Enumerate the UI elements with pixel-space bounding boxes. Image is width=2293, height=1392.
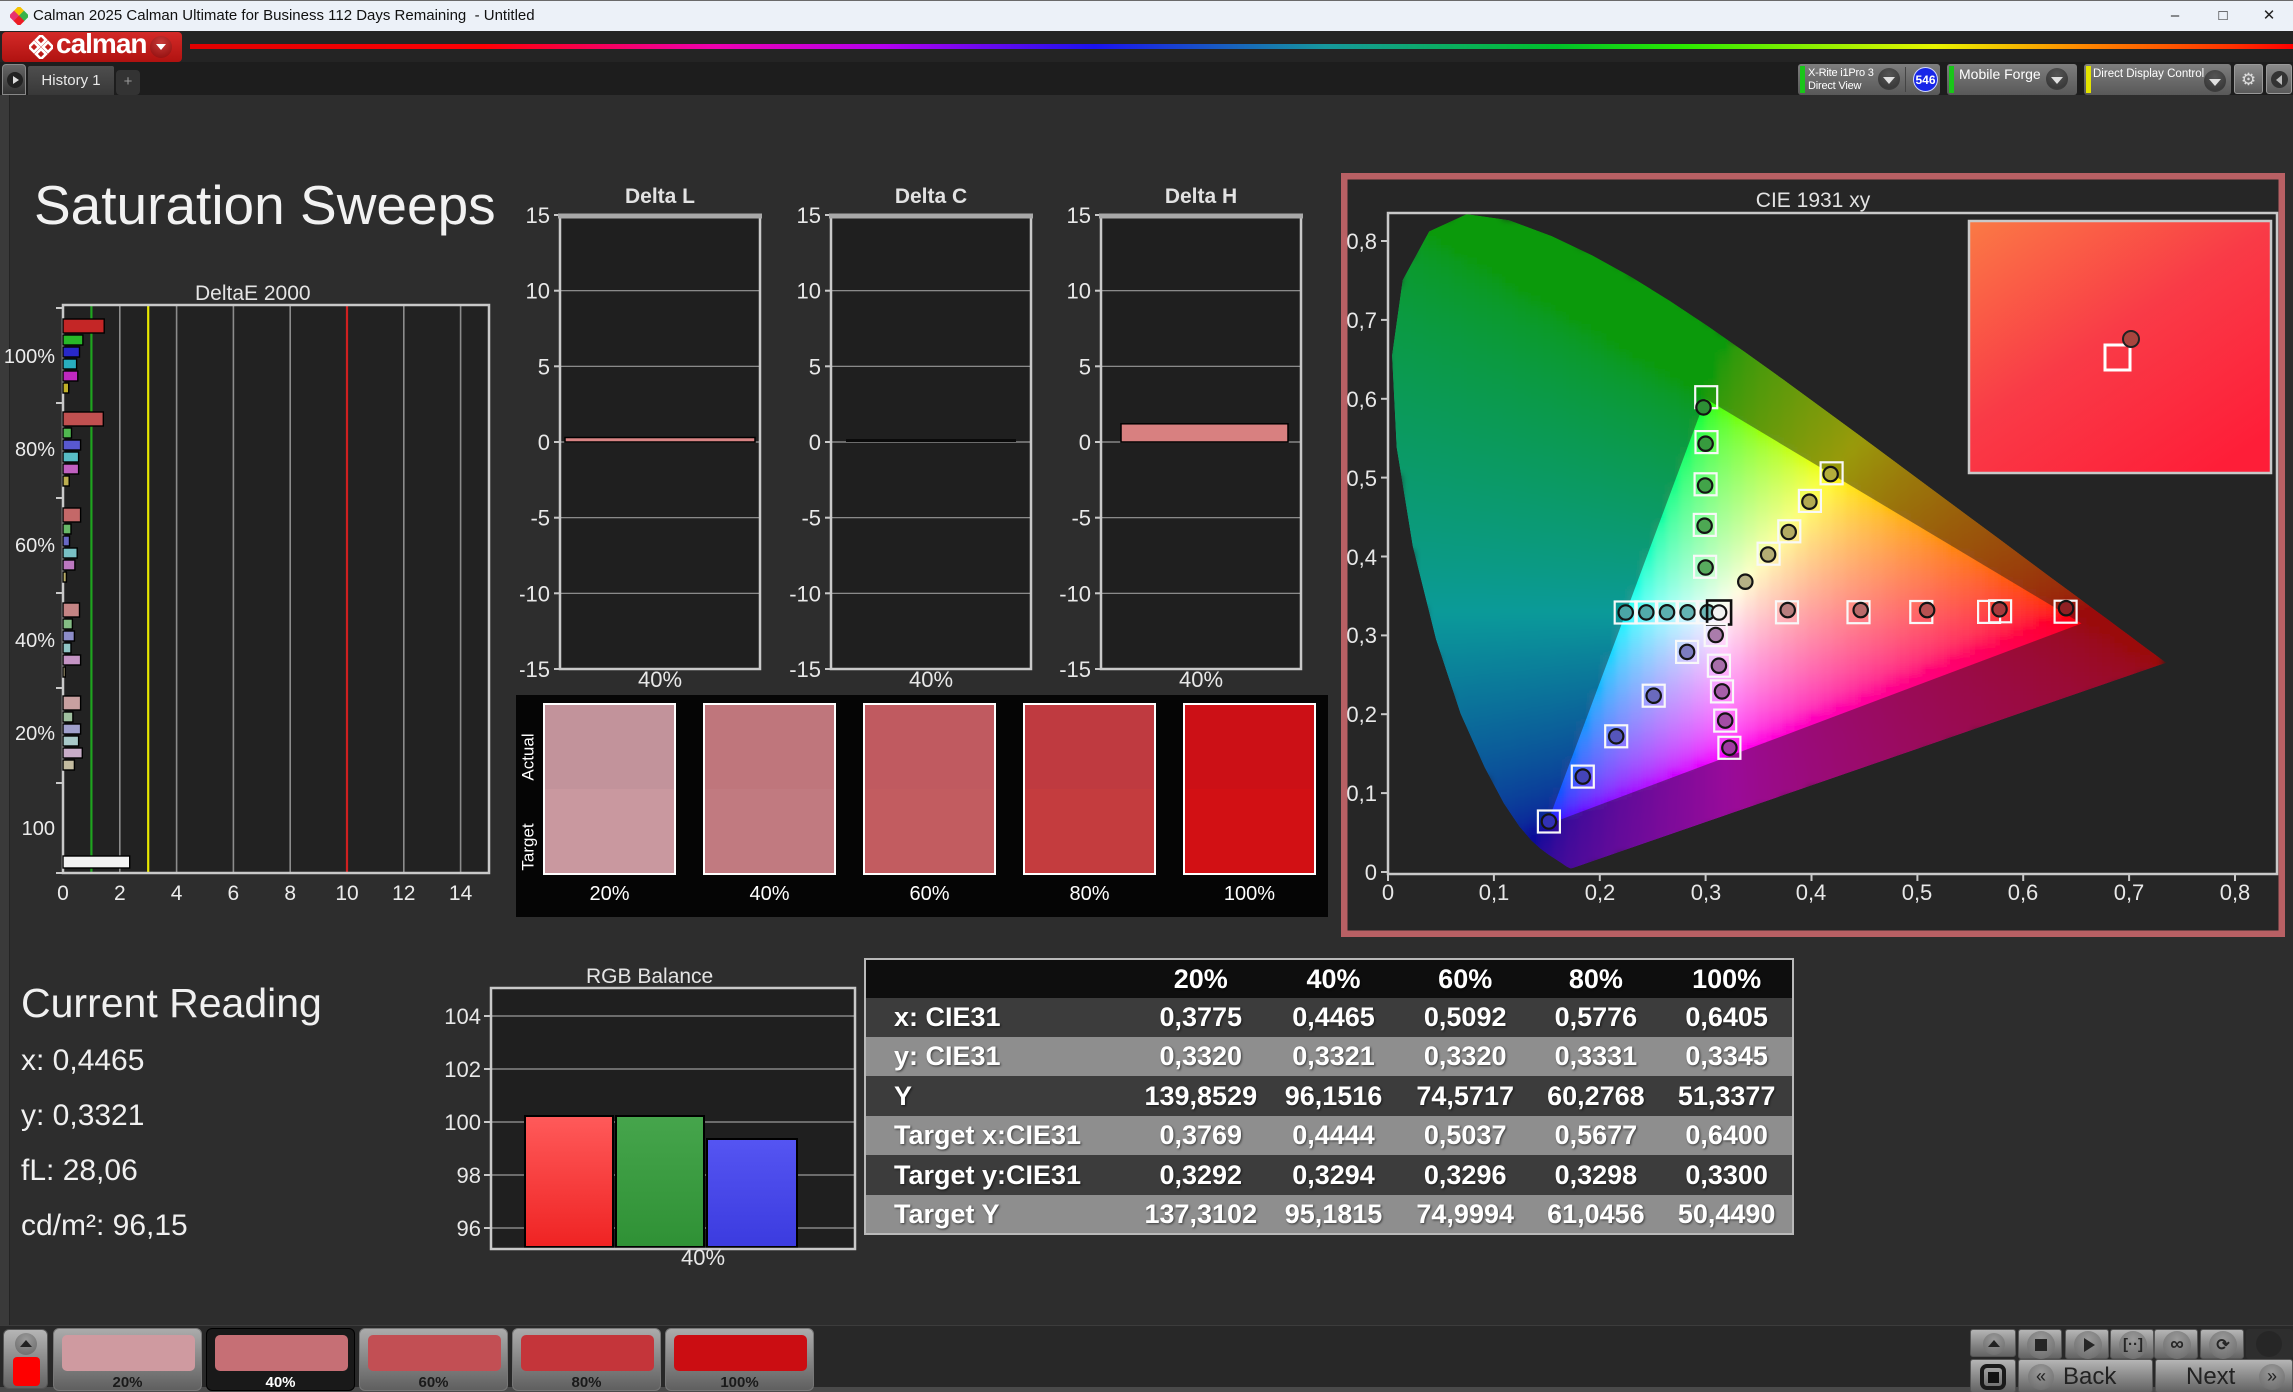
svg-text:60%: 60% bbox=[15, 535, 55, 557]
svg-text:10: 10 bbox=[797, 279, 821, 304]
svg-text:40%: 40% bbox=[1179, 667, 1223, 692]
svg-text:100: 100 bbox=[22, 818, 55, 840]
svg-text:0,8: 0,8 bbox=[2220, 880, 2251, 905]
svg-text:80%: 80% bbox=[15, 439, 55, 461]
svg-text:-5: -5 bbox=[1071, 506, 1091, 531]
svg-text:-10: -10 bbox=[789, 581, 821, 606]
svg-text:14: 14 bbox=[449, 882, 473, 905]
svg-text:15: 15 bbox=[526, 203, 550, 228]
svg-text:100: 100 bbox=[444, 1110, 481, 1135]
svg-text:Delta C: Delta C bbox=[895, 185, 967, 208]
svg-text:20%: 20% bbox=[15, 723, 55, 745]
svg-text:CIE 1931 xy: CIE 1931 xy bbox=[1756, 189, 1871, 212]
svg-text:5: 5 bbox=[809, 354, 821, 379]
svg-text:-5: -5 bbox=[801, 506, 821, 531]
svg-text:0,3: 0,3 bbox=[1691, 880, 1722, 905]
svg-text:2: 2 bbox=[114, 882, 126, 905]
svg-text:40%: 40% bbox=[909, 667, 953, 692]
svg-text:10: 10 bbox=[335, 882, 358, 905]
svg-text:Delta H: Delta H bbox=[1165, 185, 1237, 208]
svg-text:12: 12 bbox=[392, 882, 415, 905]
svg-text:0,2: 0,2 bbox=[1346, 702, 1377, 727]
svg-text:10: 10 bbox=[1067, 279, 1091, 304]
svg-text:-15: -15 bbox=[789, 657, 821, 682]
svg-text:0,7: 0,7 bbox=[1346, 308, 1377, 333]
svg-text:15: 15 bbox=[1067, 203, 1091, 228]
svg-text:Delta L: Delta L bbox=[625, 185, 695, 208]
svg-text:40%: 40% bbox=[15, 630, 55, 652]
svg-text:40%: 40% bbox=[681, 1245, 725, 1270]
svg-text:0,6: 0,6 bbox=[1346, 387, 1377, 412]
svg-text:102: 102 bbox=[444, 1057, 481, 1082]
svg-text:0: 0 bbox=[1079, 430, 1091, 455]
svg-text:0,1: 0,1 bbox=[1479, 880, 1510, 905]
svg-text:0,8: 0,8 bbox=[1346, 229, 1377, 254]
svg-text:0: 0 bbox=[809, 430, 821, 455]
svg-text:100%: 100% bbox=[4, 346, 55, 368]
svg-text:-15: -15 bbox=[520, 657, 550, 682]
svg-text:0,7: 0,7 bbox=[2114, 880, 2145, 905]
svg-text:8: 8 bbox=[284, 882, 296, 905]
svg-text:15: 15 bbox=[797, 203, 821, 228]
svg-text:-10: -10 bbox=[520, 581, 550, 606]
svg-text:10: 10 bbox=[526, 279, 550, 304]
svg-text:5: 5 bbox=[538, 354, 550, 379]
svg-text:0,2: 0,2 bbox=[1585, 880, 1616, 905]
svg-text:40%: 40% bbox=[638, 667, 682, 692]
svg-text:6: 6 bbox=[228, 882, 240, 905]
svg-text:0: 0 bbox=[538, 430, 550, 455]
svg-text:0: 0 bbox=[1382, 880, 1394, 905]
svg-text:96: 96 bbox=[457, 1216, 481, 1241]
svg-text:4: 4 bbox=[171, 882, 183, 905]
svg-text:0,1: 0,1 bbox=[1346, 781, 1377, 806]
svg-text:0,4: 0,4 bbox=[1346, 545, 1377, 570]
svg-text:104: 104 bbox=[444, 1004, 481, 1029]
svg-text:0,6: 0,6 bbox=[2008, 880, 2039, 905]
svg-text:-10: -10 bbox=[1059, 581, 1091, 606]
svg-text:-15: -15 bbox=[1059, 657, 1091, 682]
svg-text:0,5: 0,5 bbox=[1346, 466, 1377, 491]
svg-text:0,4: 0,4 bbox=[1796, 880, 1827, 905]
svg-text:0,3: 0,3 bbox=[1346, 623, 1377, 648]
svg-text:5: 5 bbox=[1079, 354, 1091, 379]
svg-text:0,5: 0,5 bbox=[1902, 880, 1933, 905]
svg-text:-5: -5 bbox=[530, 506, 550, 531]
svg-text:0: 0 bbox=[1365, 860, 1377, 885]
svg-text:0: 0 bbox=[57, 882, 69, 905]
svg-text:98: 98 bbox=[457, 1163, 481, 1188]
